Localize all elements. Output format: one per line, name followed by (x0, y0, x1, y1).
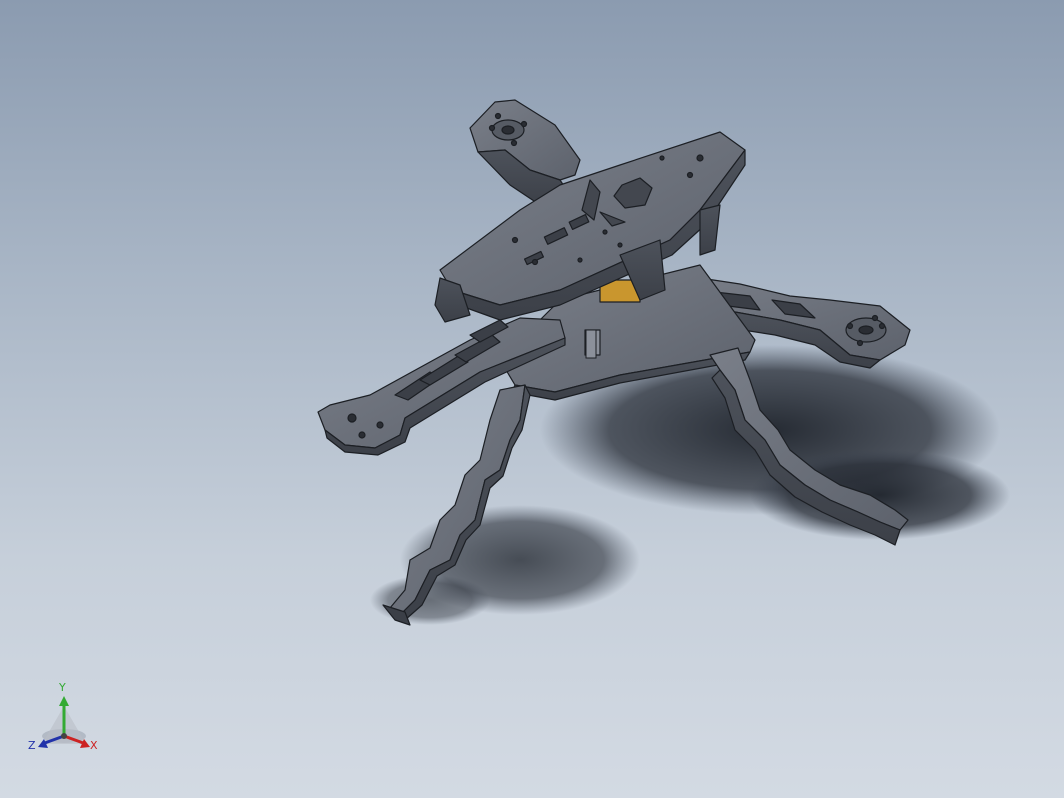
coordinate-triad: Y X Z (28, 681, 104, 756)
z-axis-label: Z (28, 739, 36, 752)
model-view[interactable] (0, 0, 1064, 798)
y-axis-arrow (59, 696, 69, 706)
graphics-viewport[interactable]: Y X Z (0, 0, 1064, 798)
y-axis-label: Y (59, 681, 66, 694)
standoff (585, 329, 597, 359)
x-axis-label: X (90, 739, 98, 752)
